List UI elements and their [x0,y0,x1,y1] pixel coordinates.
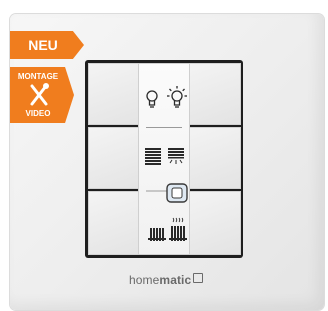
brand-logo: homematic [129,273,204,289]
assembly-video-badge[interactable]: MONTAGE VIDEO [10,67,74,123]
assembly-video-line2: VIDEO [25,109,51,118]
brand-logo-bold: matic [159,273,192,287]
brand-logo-regular: home [129,273,160,287]
radiator-heat-icon [169,226,187,241]
new-badge: NEU [10,31,84,59]
blinds-open-icon [168,148,184,159]
center-button-icon [166,183,188,203]
bulb-off-icon [146,90,158,108]
bulb-on-icon [167,86,187,108]
blinds-closed-icon [145,148,161,165]
assembly-video-line1: MONTAGE [17,72,59,81]
wrench-screwdriver-icon [30,83,49,106]
brand-logo-mark [193,273,204,283]
new-badge-label: NEU [28,37,58,53]
radiator-icon [148,228,166,241]
